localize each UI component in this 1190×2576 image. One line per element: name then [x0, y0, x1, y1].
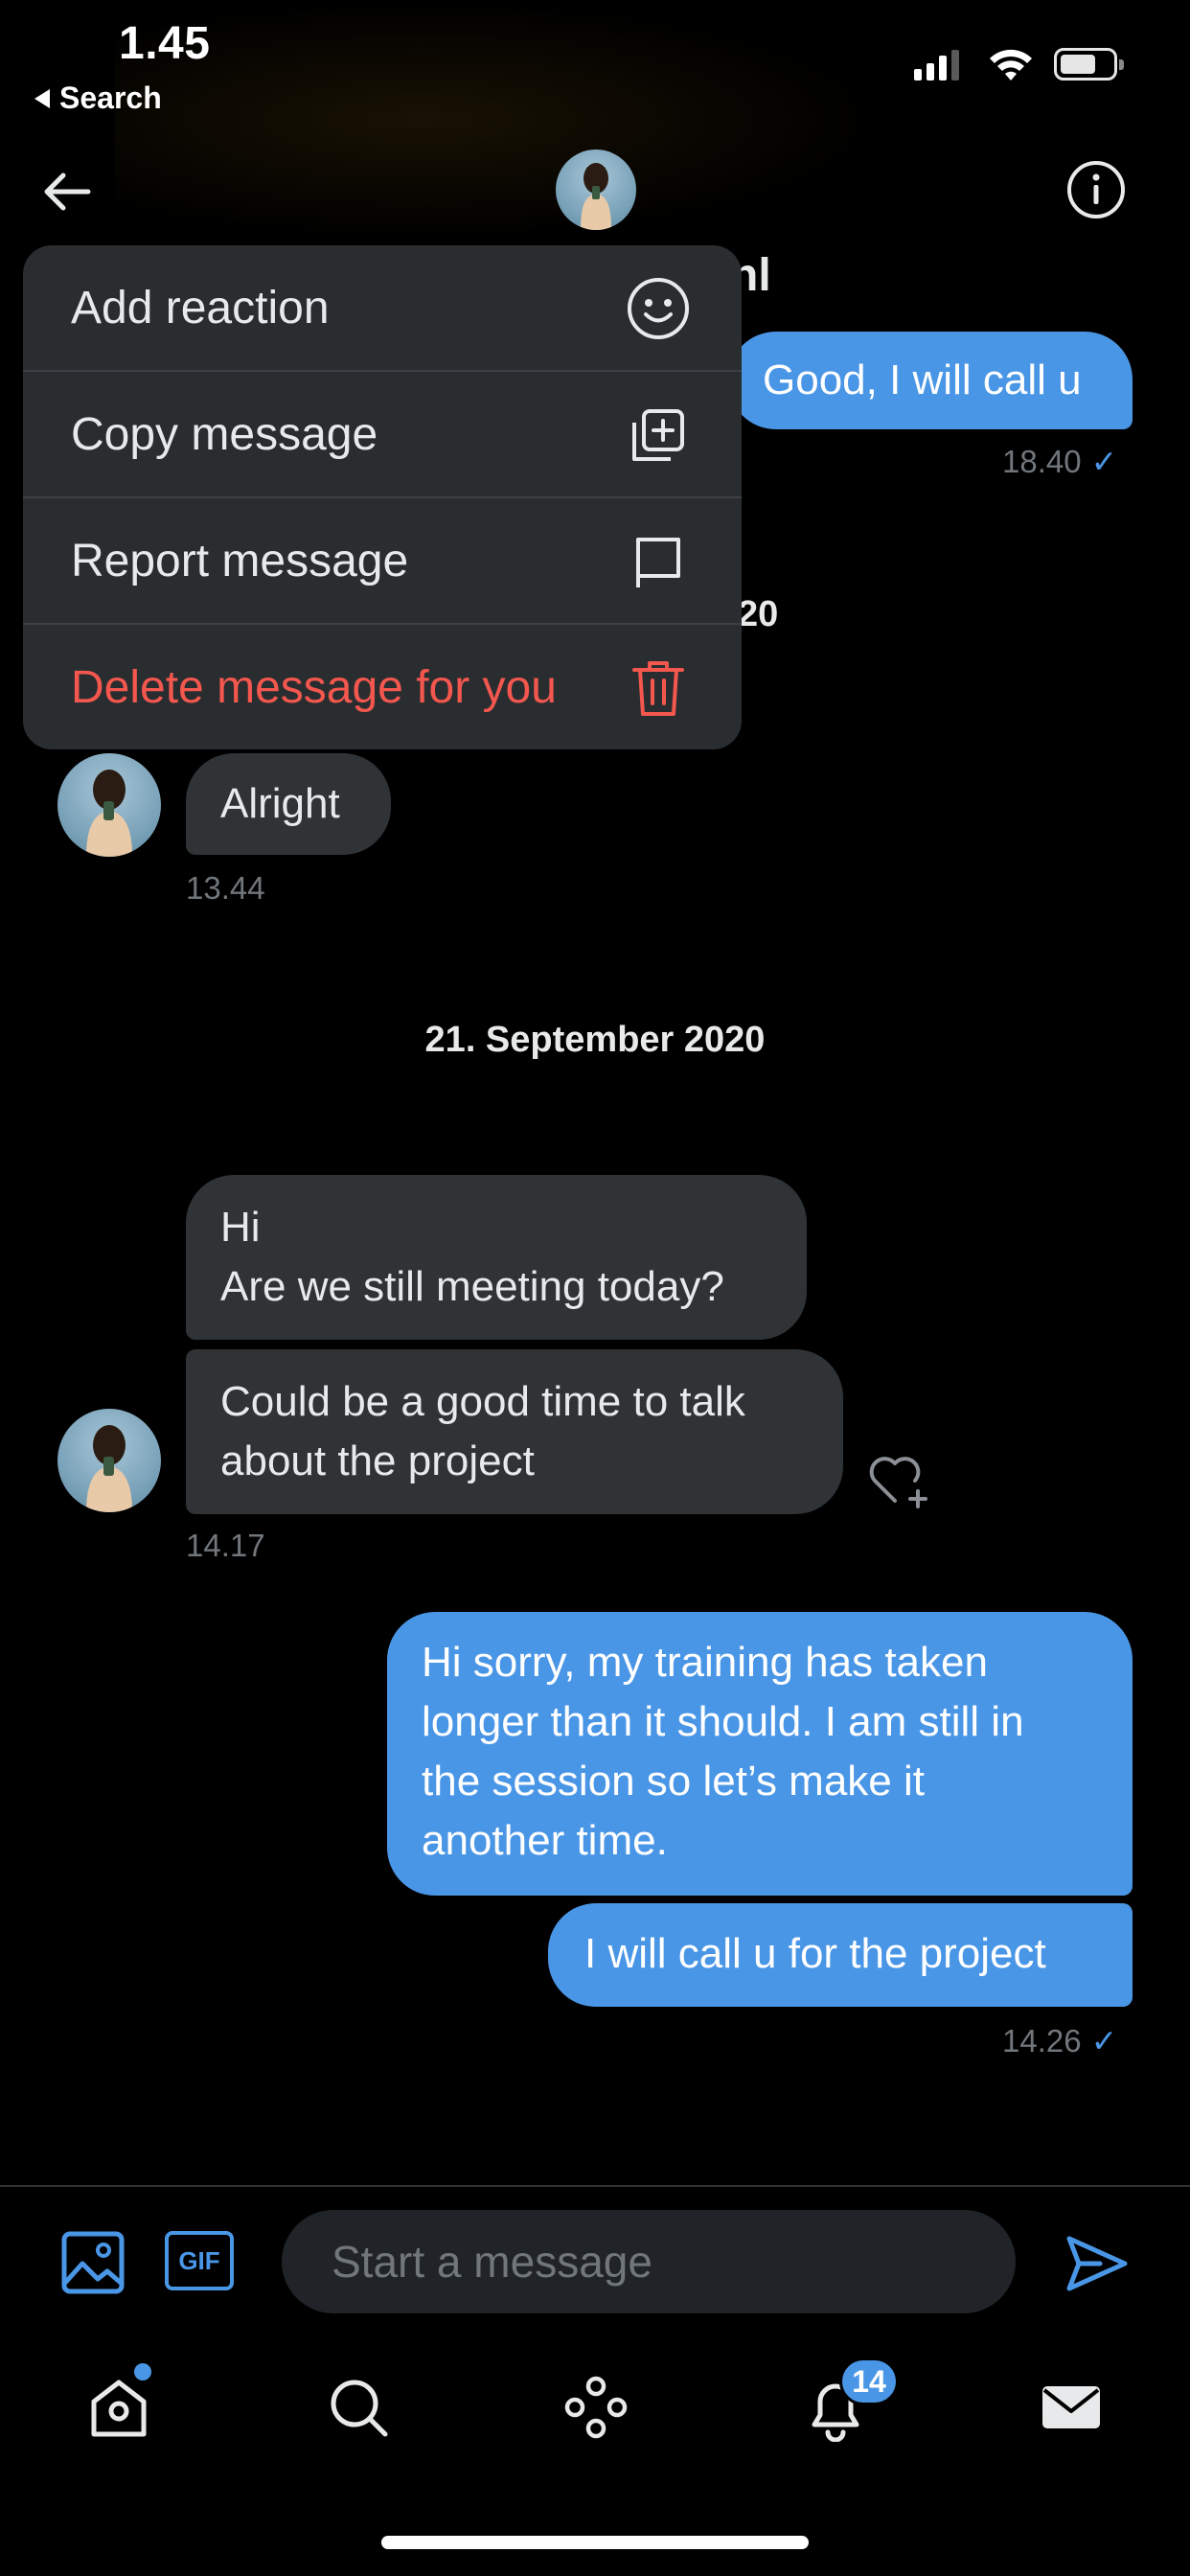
status-back-label: Search: [59, 80, 162, 115]
message-timestamp: 18.40 ✓: [1002, 444, 1118, 479]
message-line: longer than it should. I am still in: [422, 1698, 1024, 1745]
back-triangle-icon: [34, 88, 50, 108]
message-input[interactable]: [282, 2210, 1016, 2313]
message-line: another time.: [422, 1817, 668, 1864]
message-text: I will call u for the project: [584, 1930, 1046, 1977]
wifi-icon: [990, 49, 1032, 80]
menu-item-report-message[interactable]: Report message: [23, 498, 742, 624]
message-line: about the project: [220, 1438, 535, 1484]
header-avatar[interactable]: [556, 150, 636, 230]
read-check-icon: ✓: [1090, 444, 1118, 479]
message-timestamp: 14.26 ✓: [1002, 2023, 1118, 2058]
menu-item-label: Report message: [71, 536, 409, 586]
message-line: Hi: [220, 1204, 261, 1251]
message-bubble-incoming[interactable]: Could be a good time to talk about the p…: [186, 1349, 843, 1514]
message-bubble-outgoing[interactable]: Hi sorry, my training has taken longer t…: [387, 1612, 1133, 1896]
back-arrow-icon[interactable]: [38, 163, 96, 220]
message-text: Alright: [220, 780, 340, 827]
home-unread-dot: [134, 2363, 151, 2380]
message-text: Good, I will call u: [763, 356, 1082, 403]
menu-item-copy-message[interactable]: Copy message: [23, 372, 742, 497]
date-separator: 21. September 2020: [424, 1020, 766, 1060]
read-check-icon: ✓: [1090, 2023, 1118, 2058]
message-timestamp: 13.44: [186, 870, 265, 906]
menu-item-add-reaction[interactable]: Add reaction: [23, 245, 742, 371]
copy-plus-icon: [632, 408, 684, 461]
message-bubble-incoming[interactable]: Hi Are we still meeting today?: [186, 1175, 807, 1340]
message-line: the session so let’s make it: [422, 1758, 925, 1805]
notification-count-badge: 14: [839, 2358, 899, 2405]
message-bubble-incoming[interactable]: Alright: [186, 753, 391, 855]
message-bubble-outgoing[interactable]: Good, I will call u: [728, 332, 1133, 429]
trash-icon: [632, 660, 684, 716]
search-icon[interactable]: [324, 2373, 393, 2442]
spaces-icon[interactable]: [561, 2373, 630, 2442]
sender-avatar[interactable]: [57, 753, 161, 857]
gif-button[interactable]: GIF: [165, 2231, 234, 2290]
menu-item-label: Copy message: [71, 409, 378, 460]
menu-item-label: Add reaction: [71, 283, 330, 334]
message-context-menu: Add reaction Copy message Report message…: [23, 245, 742, 749]
smiley-icon: [628, 277, 689, 339]
flag-icon: [636, 537, 680, 587]
send-icon[interactable]: [1062, 2229, 1131, 2298]
info-icon[interactable]: [1065, 159, 1127, 220]
battery-icon: [1054, 48, 1124, 80]
sender-avatar[interactable]: [57, 1409, 161, 1512]
home-indicator: [381, 2536, 809, 2549]
cellular-signal-icon: [914, 50, 959, 80]
header-backdrop: [115, 0, 881, 240]
like-heart-add-icon[interactable]: [866, 1449, 933, 1510]
message-line: Hi sorry, my training has taken: [422, 1639, 988, 1686]
date-separator-partial: 20: [738, 594, 779, 634]
composer-divider: [0, 2185, 1190, 2187]
image-icon[interactable]: [59, 2229, 126, 2296]
home-icon[interactable]: [84, 2373, 153, 2442]
menu-item-label: Delete message for you: [71, 662, 557, 713]
message-line: Are we still meeting today?: [220, 1263, 724, 1310]
message-line: Could be a good time to talk: [220, 1378, 745, 1425]
status-back-link[interactable]: Search: [34, 80, 162, 116]
menu-item-delete-message[interactable]: Delete message for you: [23, 625, 742, 749]
message-bubble-outgoing[interactable]: I will call u for the project: [548, 1903, 1133, 2007]
status-time: 1.45: [119, 18, 211, 69]
message-timestamp: 14.17: [186, 1528, 265, 1563]
messages-icon[interactable]: [1037, 2373, 1106, 2442]
